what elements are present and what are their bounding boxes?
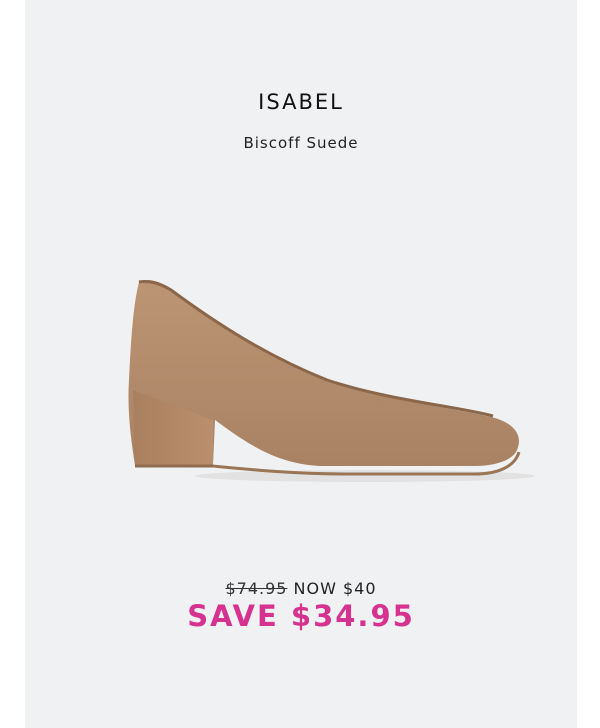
product-title[interactable]: ISABEL <box>25 90 577 114</box>
now-price: NOW $40 <box>293 579 377 598</box>
product-variant-label: Biscoff Suede <box>243 134 359 152</box>
original-price: $74.95 <box>225 579 288 598</box>
savings-label: SAVE $34.95 <box>187 599 415 633</box>
price-line: $74.95 NOW $40 <box>25 579 577 598</box>
product-image[interactable] <box>95 270 535 500</box>
product-card[interactable]: ISABEL Biscoff Suede $74.95 NOW $40 SAVE… <box>25 0 577 728</box>
shoe-shadow <box>195 470 535 482</box>
